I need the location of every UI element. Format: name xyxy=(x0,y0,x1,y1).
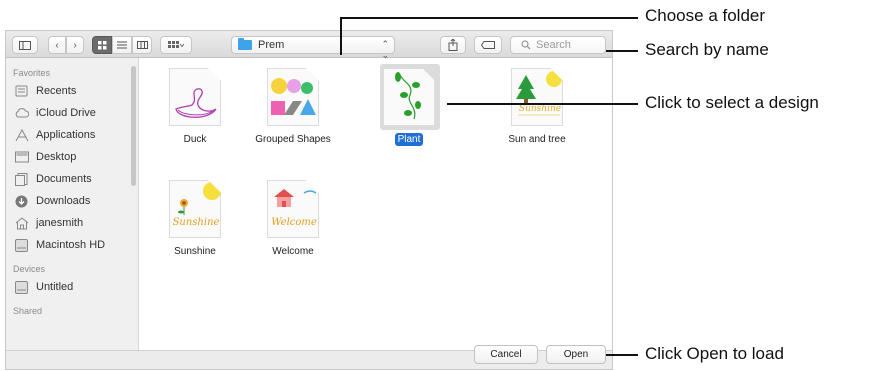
search-placeholder: Search xyxy=(536,39,571,51)
cancel-button-label: Cancel xyxy=(490,349,522,360)
sidebar-item-label: Macintosh HD xyxy=(36,239,106,251)
disk-icon xyxy=(14,280,29,294)
columns-icon xyxy=(136,41,148,49)
sidebar-item-label: Desktop xyxy=(36,151,77,163)
open-file-dialog: ‹ › Prem ⌃ ⌄ Search Favorites Recents iC… xyxy=(5,30,613,370)
chevron-right-icon: › xyxy=(73,39,77,51)
grid-icon xyxy=(97,40,106,49)
sidebar-item-macintosh-hd[interactable]: Macintosh HD xyxy=(6,234,138,256)
duck-design-icon xyxy=(175,88,217,118)
back-button[interactable]: ‹ xyxy=(48,36,66,54)
sunshine-thumbnail: Sunshine xyxy=(169,180,221,238)
sun-and-tree-thumbnail: Sunshine xyxy=(511,68,563,126)
callout-choose-folder: Choose a folder xyxy=(645,6,766,25)
sidebar-item-label: Downloads xyxy=(36,195,91,207)
file-item-grouped-shapes[interactable]: Grouped Shapes xyxy=(238,68,348,147)
plant-thumbnail xyxy=(383,68,435,126)
share-button[interactable] xyxy=(440,36,466,54)
duck-thumbnail xyxy=(169,68,221,126)
recents-icon xyxy=(14,85,29,98)
callout-select-line xyxy=(447,103,638,105)
icon-view-button[interactable] xyxy=(92,36,112,54)
share-icon xyxy=(448,39,458,51)
callout-click-open: Click Open to load xyxy=(645,344,784,363)
sidebar-item-applications[interactable]: Applications xyxy=(6,124,138,146)
toolbar: ‹ › Prem ⌃ ⌄ Search xyxy=(6,31,612,60)
search-icon xyxy=(521,40,531,50)
welcome-thumbnail: Welcome xyxy=(267,180,319,238)
sunshine-small-text: Sunshine xyxy=(519,104,561,114)
welcome-text: Welcome xyxy=(271,217,317,228)
sidebar-toggle-button[interactable] xyxy=(12,36,38,54)
file-item-welcome[interactable]: Welcome Welcome xyxy=(238,180,348,259)
open-button[interactable]: Open xyxy=(546,345,606,364)
sunshine-text: Sunshine xyxy=(173,217,220,228)
documents-icon xyxy=(14,172,29,186)
callout-click-to-select: Click to select a design xyxy=(645,93,819,112)
tags-button[interactable] xyxy=(474,36,502,54)
file-browser: Duck Grouped Shapes Plant Sunshine Sun a… xyxy=(140,58,612,350)
sidebar: Favorites Recents iCloud Drive Applicati… xyxy=(6,58,139,350)
open-button-label: Open xyxy=(563,349,589,360)
file-name: Welcome xyxy=(272,246,314,257)
sunshine-design-icon: Sunshine xyxy=(173,182,221,228)
file-name: Plant xyxy=(394,133,424,146)
chevron-left-icon: ‹ xyxy=(55,39,59,51)
file-name: Sun and tree xyxy=(508,134,566,145)
callout-search-by-name: Search by name xyxy=(645,40,769,59)
callout-open-line xyxy=(606,354,638,356)
sidebar-item-icloud-drive[interactable]: iCloud Drive xyxy=(6,102,138,124)
cancel-button[interactable]: Cancel xyxy=(474,345,538,364)
column-view-button[interactable] xyxy=(132,36,152,54)
callout-folder-line-h xyxy=(340,17,638,19)
sidebar-item-documents[interactable]: Documents xyxy=(6,168,138,190)
callout-search-line xyxy=(606,50,638,52)
sidebar-item-desktop[interactable]: Desktop xyxy=(6,146,138,168)
cloud-icon xyxy=(14,107,29,120)
search-field[interactable]: Search xyxy=(510,36,606,54)
sidebar-item-janesmith[interactable]: janesmith xyxy=(6,212,138,234)
list-icon xyxy=(117,41,127,49)
disk-icon xyxy=(14,238,29,252)
sidebar-item-label: Applications xyxy=(36,129,96,141)
sidebar-item-label: Documents xyxy=(36,173,92,185)
file-item-sun-and-tree[interactable]: Sunshine Sun and tree xyxy=(482,68,592,147)
sun-and-tree-design-icon: Sunshine xyxy=(516,71,562,116)
home-icon xyxy=(14,216,29,230)
shared-heading: Shared xyxy=(13,306,43,316)
folder-icon xyxy=(238,38,252,50)
devices-heading: Devices xyxy=(13,264,46,274)
file-name: Duck xyxy=(183,134,207,145)
sidebar-item-untitled[interactable]: Untitled xyxy=(6,276,138,298)
arrange-menu-button[interactable] xyxy=(160,36,192,54)
arrange-icon xyxy=(168,41,184,48)
file-name: Sunshine xyxy=(174,246,216,257)
favorites-heading: Favorites xyxy=(13,68,51,78)
folder-path-popup[interactable]: Prem ⌃ ⌄ xyxy=(231,36,395,60)
sidebar-toggle-icon xyxy=(19,40,31,50)
sidebar-item-label: Untitled xyxy=(36,281,74,293)
downloads-icon xyxy=(14,195,29,208)
welcome-design-icon: Welcome xyxy=(271,189,317,228)
applications-icon xyxy=(14,128,29,142)
file-item-sunshine[interactable]: Sunshine Sunshine xyxy=(140,180,250,259)
callout-folder-line-v xyxy=(340,17,342,55)
sidebar-item-downloads[interactable]: Downloads xyxy=(6,190,138,212)
list-view-button[interactable] xyxy=(112,36,132,54)
sidebar-scrollbar[interactable] xyxy=(131,66,136,186)
sidebar-item-recents[interactable]: Recents xyxy=(6,80,138,102)
folder-path-label: Prem xyxy=(258,39,285,51)
shapes-design-icon xyxy=(271,78,316,115)
plant-design-icon xyxy=(395,72,421,120)
file-item-plant[interactable]: Plant xyxy=(354,64,464,147)
desktop-icon xyxy=(14,151,29,164)
sidebar-item-label: Recents xyxy=(36,85,77,97)
file-name: Grouped Shapes xyxy=(255,134,331,145)
sidebar-item-label: janesmith xyxy=(36,217,84,229)
grouped-shapes-thumbnail xyxy=(267,68,319,126)
file-item-duck[interactable]: Duck xyxy=(140,68,250,147)
forward-button[interactable]: › xyxy=(66,36,84,54)
tag-icon xyxy=(481,41,495,49)
sidebar-item-label: iCloud Drive xyxy=(36,107,96,119)
